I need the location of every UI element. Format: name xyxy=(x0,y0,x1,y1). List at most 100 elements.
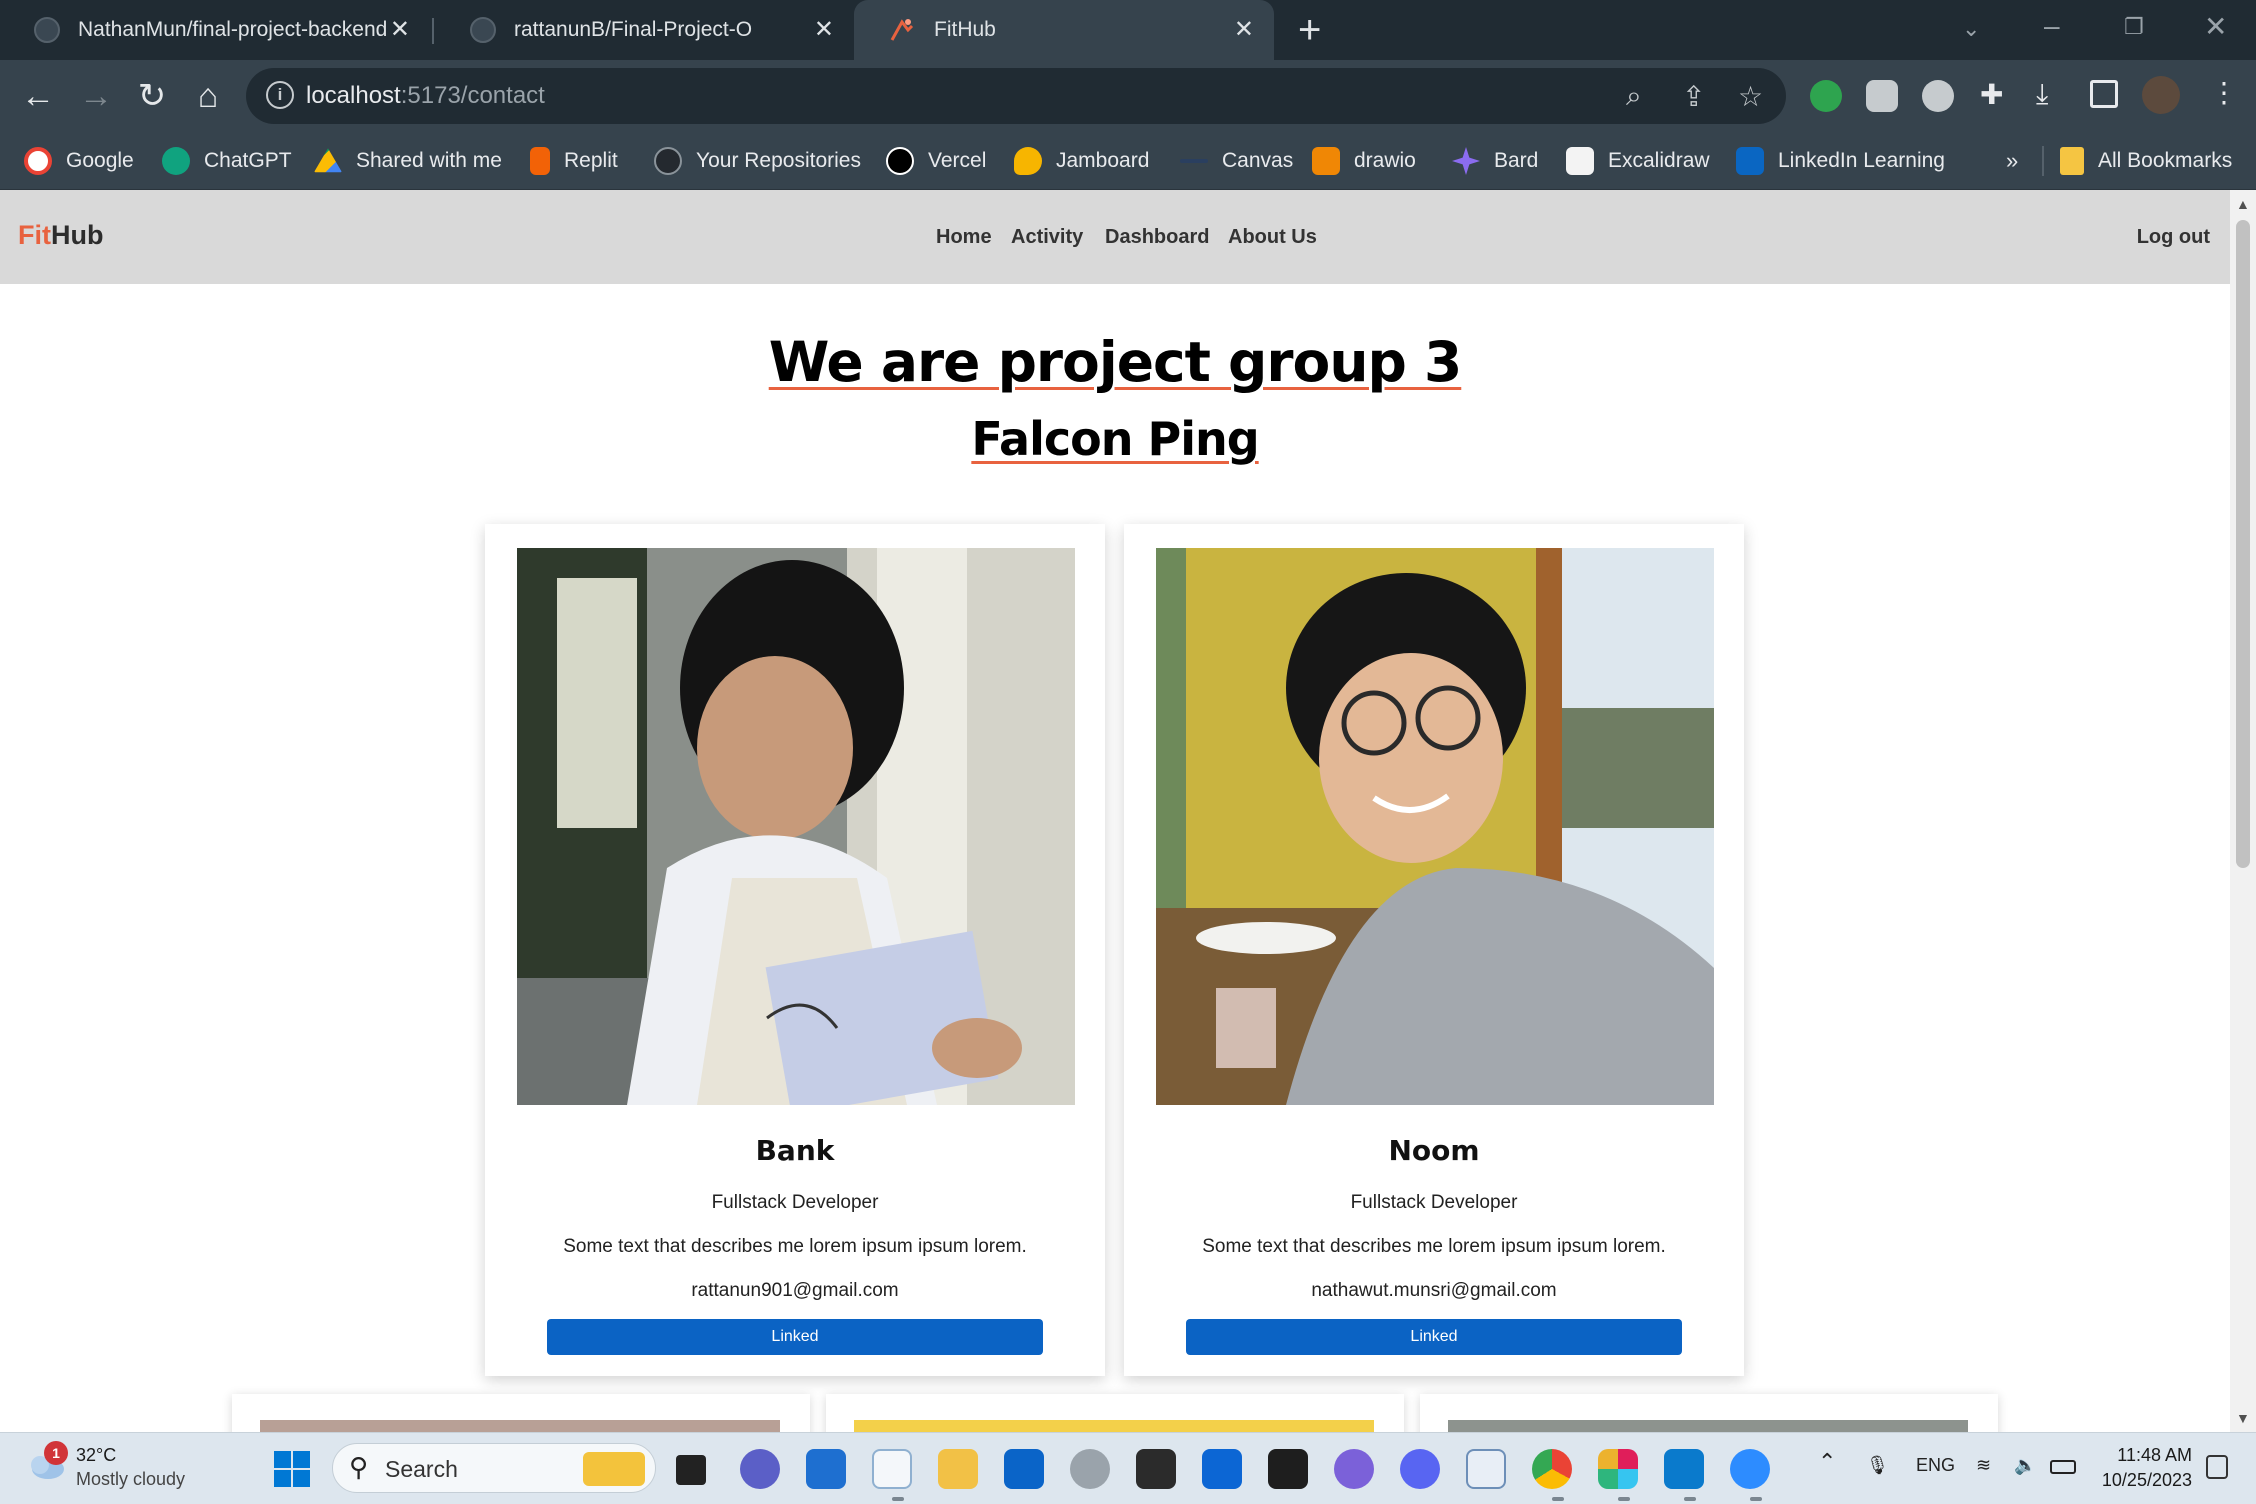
member-photo xyxy=(1448,1420,1968,1432)
bookmark-linkedin-learning[interactable]: LinkedIn Learning xyxy=(1736,144,1945,178)
file-explorer-icon[interactable] xyxy=(938,1449,978,1489)
zoom-icon[interactable]: ⌕ xyxy=(1626,80,1642,113)
show-hidden-icons-chevron-icon[interactable]: ⌃ xyxy=(1818,1449,1836,1475)
task-view-icon[interactable] xyxy=(676,1455,706,1485)
taskbar-search[interactable]: ⚲ Search xyxy=(332,1443,656,1493)
discord-icon[interactable] xyxy=(1400,1449,1440,1489)
bookmark-label: ChatGPT xyxy=(204,149,292,172)
bookmark-label: Your Repositories xyxy=(696,149,861,172)
menu-kebab-icon[interactable]: ⋮ xyxy=(2210,76,2238,109)
chrome-icon[interactable] xyxy=(1532,1449,1572,1489)
member-photo xyxy=(854,1420,1374,1432)
terminal-icon[interactable] xyxy=(1136,1449,1176,1489)
site-navbar: FitHub Home Activity Dashboard About Us … xyxy=(0,190,2230,284)
download-icon[interactable]: ⤓ xyxy=(2036,78,2048,111)
fithub-favicon-icon xyxy=(890,19,914,41)
zoom-icon[interactable] xyxy=(1730,1449,1770,1489)
minimize-button[interactable]: – xyxy=(2044,10,2060,42)
tab-search-icon[interactable]: ⌄ xyxy=(1962,16,1980,42)
snipping-tool-icon[interactable] xyxy=(872,1449,912,1489)
member-photo-image xyxy=(1156,548,1714,1105)
nav-about-us[interactable]: About Us xyxy=(1228,226,1317,249)
database-icon[interactable] xyxy=(1070,1449,1110,1489)
forward-button[interactable]: → xyxy=(74,74,118,118)
share-icon[interactable]: ⇪ xyxy=(1682,80,1705,113)
extension-id-icon[interactable] xyxy=(1810,80,1842,112)
bookmark-label: Jamboard xyxy=(1056,149,1150,172)
camera-extension-icon[interactable] xyxy=(1866,80,1898,112)
member-bio: Some text that describes me lorem ipsum … xyxy=(1202,1236,1666,1257)
new-tab-button[interactable]: + xyxy=(1298,8,1321,53)
tab-github-backend[interactable]: NathanMun/final-project-backend ✕ xyxy=(0,0,430,60)
site-info-icon[interactable]: i xyxy=(266,81,294,109)
tab-github-frontend[interactable]: rattanunB/Final-Project-O ✕ xyxy=(436,0,854,60)
tab-fithub[interactable]: FitHub ✕ xyxy=(854,0,1274,60)
bookmark-excalidraw[interactable]: Excalidraw xyxy=(1566,144,1710,178)
nav-activity[interactable]: Activity xyxy=(1011,226,1083,249)
folder-icon xyxy=(2060,147,2084,175)
slack-icon[interactable] xyxy=(1598,1449,1638,1489)
bookmark-jamboard[interactable]: Jamboard xyxy=(1014,144,1149,178)
url-text: localhost:5173/contact xyxy=(306,82,545,110)
close-tab-icon[interactable]: ✕ xyxy=(390,17,410,43)
member-photo xyxy=(260,1420,780,1432)
nav-home[interactable]: Home xyxy=(936,226,992,249)
bookmark-chatgpt[interactable]: ChatGPT xyxy=(162,144,292,178)
microsoft-store-icon[interactable] xyxy=(806,1449,846,1489)
all-bookmarks-folder[interactable]: All Bookmarks xyxy=(2060,144,2232,178)
trello-icon[interactable] xyxy=(1202,1449,1242,1489)
bookmark-drawio[interactable]: drawio xyxy=(1312,144,1416,178)
profile-avatar[interactable] xyxy=(2142,76,2180,114)
replit-icon xyxy=(530,147,550,175)
settings-extension-icon[interactable] xyxy=(1922,80,1954,112)
side-panel-icon[interactable] xyxy=(2090,80,2118,108)
bookmark-replit[interactable]: Replit xyxy=(530,144,618,178)
volume-icon[interactable]: 🔈 xyxy=(2014,1455,2036,1476)
bookmark-star-icon[interactable]: ☆ xyxy=(1738,80,1763,113)
battery-icon[interactable] xyxy=(2050,1460,2076,1474)
bookmark-canvas[interactable]: Canvas xyxy=(1180,144,1293,178)
image-viewer-icon[interactable] xyxy=(1466,1449,1506,1489)
outlook-icon[interactable] xyxy=(1004,1449,1044,1489)
microphone-icon[interactable]: 🎙 xyxy=(1866,1455,1889,1476)
close-window-button[interactable]: ✕ xyxy=(2204,10,2227,43)
bookmark-label: LinkedIn Learning xyxy=(1778,149,1945,172)
bookmark-vercel[interactable]: Vercel xyxy=(886,144,986,178)
copilot-icon[interactable] xyxy=(1334,1449,1374,1489)
bookmark-your-repositories[interactable]: Your Repositories xyxy=(654,144,861,178)
windows-start-icon[interactable] xyxy=(272,1449,312,1489)
bookmark-label: drawio xyxy=(1354,149,1416,172)
teams-chat-icon[interactable] xyxy=(740,1449,780,1489)
logo-hub: Hub xyxy=(51,220,104,250)
vscode-icon[interactable] xyxy=(1664,1449,1704,1489)
scroll-down-arrow[interactable]: ▼ xyxy=(2236,1410,2250,1426)
bookmark-google[interactable]: Google xyxy=(24,144,134,178)
home-button[interactable]: ⌂ xyxy=(186,74,230,118)
address-bar[interactable]: i localhost:5173/contact ⌕ ⇪ ☆ xyxy=(246,68,1786,124)
site-logo[interactable]: FitHub xyxy=(18,220,103,251)
bookmark-bard[interactable]: Bard xyxy=(1452,144,1538,178)
github-icon xyxy=(470,17,496,43)
scroll-thumb[interactable] xyxy=(2236,220,2250,868)
wifi-icon[interactable]: ≋ xyxy=(1976,1455,1991,1476)
figma-icon[interactable] xyxy=(1268,1449,1308,1489)
bookmark-shared-with-me[interactable]: Shared with me xyxy=(314,144,502,178)
linkedin-button[interactable]: Linked xyxy=(547,1319,1043,1355)
member-card-partial xyxy=(1420,1394,1998,1432)
taskbar-clock[interactable]: 11:48 AM 10/25/2023 xyxy=(2092,1443,2192,1493)
nav-dashboard[interactable]: Dashboard xyxy=(1105,226,1209,249)
close-tab-icon[interactable]: ✕ xyxy=(1234,17,1254,43)
linkedin-button[interactable]: Linked xyxy=(1186,1319,1682,1355)
bookmarks-overflow-button[interactable]: » xyxy=(2006,144,2018,178)
logout-link[interactable]: Log out xyxy=(2137,226,2210,249)
back-button[interactable]: ← xyxy=(16,74,60,118)
restore-button[interactable]: ❐ xyxy=(2124,14,2144,40)
language-indicator[interactable]: ENG xyxy=(1916,1455,1955,1476)
page-scrollbar[interactable]: ▲ ▼ xyxy=(2230,190,2256,1432)
scroll-up-arrow[interactable]: ▲ xyxy=(2236,196,2250,212)
notification-icon[interactable] xyxy=(2206,1455,2228,1479)
reload-button[interactable]: ↻ xyxy=(130,74,174,118)
page-subtitle-text: Falcon Ping xyxy=(971,412,1259,466)
close-tab-icon[interactable]: ✕ xyxy=(814,17,834,43)
extensions-puzzle-icon[interactable]: ✚ xyxy=(1980,78,2003,111)
